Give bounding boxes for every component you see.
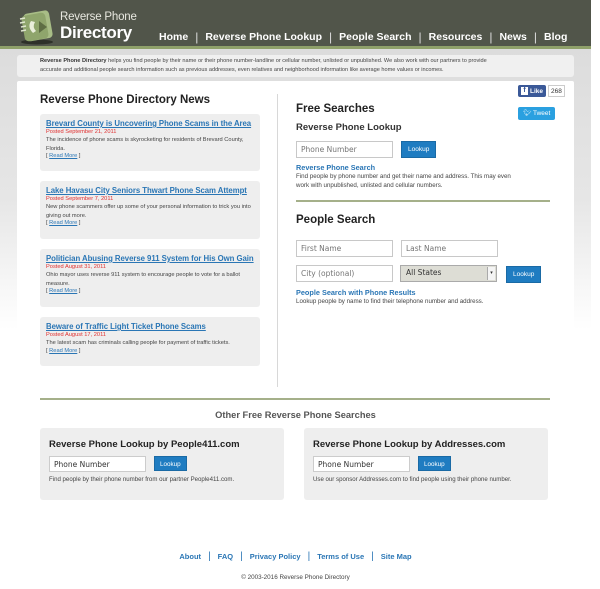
partner-card-heading: Reverse Phone Lookup by Addresses.com — [313, 439, 506, 450]
nav-news[interactable]: News — [499, 31, 526, 43]
news-item: Lake Havasu City Seniors Thwart Phone Sc… — [40, 181, 260, 239]
reverse-phone-search-link[interactable]: Reverse Phone Search — [296, 163, 375, 172]
partner-card-heading: Reverse Phone Lookup by People411.com — [49, 439, 240, 450]
news-item: Politician Abusing Reverse 911 System fo… — [40, 249, 260, 307]
people-search-description: Lookup people by name to find their tele… — [296, 298, 484, 305]
reverse-lookup-heading: Reverse Phone Lookup — [296, 122, 402, 133]
facebook-like-button[interactable]: f Like — [518, 85, 547, 97]
news-item: Beware of Traffic Light Ticket Phone Sca… — [40, 317, 260, 366]
other-searches-title: Other Free Reverse Phone Searches — [215, 410, 376, 420]
free-searches: Free Searches Reverse Phone Lookup Looku… — [296, 81, 556, 381]
state-select[interactable]: All States ▾ — [400, 265, 497, 282]
read-more-link[interactable]: Read More — [49, 220, 77, 226]
tweet-button[interactable]: 🐦︎ Tweet — [518, 107, 556, 120]
news-item-date: Posted August 31, 2011 — [46, 264, 106, 270]
main-nav: Home | Reverse Phone Lookup | People Sea… — [159, 30, 567, 44]
like-count: 268 — [548, 85, 565, 97]
nav-separator: | — [533, 30, 538, 44]
footer-separator: | — [208, 551, 211, 562]
people-lookup-button[interactable]: Lookup — [506, 266, 542, 283]
read-more-link[interactable]: Read More — [49, 288, 77, 294]
news-item-summary: New phone scammers offer up some of your… — [46, 204, 251, 219]
partner-card-description: Find people by their phone number from o… — [49, 476, 235, 483]
reverse-lookup-description: Find people by phone number and get thei… — [296, 172, 511, 190]
nav-separator: | — [195, 30, 199, 44]
footer-link-terms-of-use[interactable]: Terms of Use — [317, 552, 364, 562]
intro-text-line2: accurate and additional people search in… — [40, 66, 444, 73]
nav-reverse-phone-lookup[interactable]: Reverse Phone Lookup — [205, 31, 322, 43]
partner-card-description: Use our sponsor Addresses.com to find pe… — [313, 476, 512, 483]
news-item-summary: Ohio mayor uses reverse 911 system to en… — [46, 272, 241, 287]
footer-separator: | — [240, 551, 243, 562]
site-header: Reverse Phone Directory Home | Reverse P… — [0, 0, 591, 49]
news-item-summary: The incidence of phone scams is skyrocke… — [46, 137, 244, 152]
news-item-title[interactable]: Lake Havasu City Seniors Thwart Phone Sc… — [46, 186, 254, 195]
partner-lookup-button[interactable]: Lookup — [154, 456, 187, 471]
facebook-icon: f — [521, 87, 528, 95]
nav-people-search[interactable]: People Search — [339, 31, 411, 43]
news-item-date: Posted September 7, 2011 — [46, 196, 114, 202]
other-searches-divider — [40, 398, 550, 400]
footer-link-faq[interactable]: FAQ — [218, 552, 233, 562]
footer-link-privacy-policy[interactable]: Privacy Policy — [250, 552, 301, 562]
partner-card-people411: Reverse Phone Lookup by People411.com Lo… — [40, 428, 284, 500]
nav-separator: | — [489, 30, 493, 44]
footer-link-about[interactable]: About — [179, 552, 201, 562]
read-more-link[interactable]: Read More — [49, 348, 77, 354]
nav-blog[interactable]: Blog — [544, 31, 567, 43]
news-item-title[interactable]: Brevard County is Uncovering Phone Scams… — [46, 119, 254, 128]
nav-home[interactable]: Home — [159, 31, 188, 43]
partner-lookup-button[interactable]: Lookup — [418, 456, 451, 471]
phone-number-input[interactable] — [296, 141, 393, 158]
intro-brand: Reverse Phone Directory — [40, 58, 107, 64]
read-more-link[interactable]: Read More — [49, 153, 77, 159]
section-divider — [296, 200, 550, 202]
copyright: © 2003-2016 Reverse Phone Directory — [241, 574, 350, 581]
read-more: [ Read More ] — [46, 220, 81, 227]
tweet-label: Tweet — [532, 110, 551, 117]
reverse-lookup-button[interactable]: Lookup — [401, 141, 437, 158]
partner-phone-input[interactable] — [313, 456, 410, 472]
last-name-input[interactable] — [401, 240, 498, 257]
intro-banner: Reverse Phone Directory helps you find p… — [17, 55, 574, 77]
footer-separator: | — [371, 551, 374, 562]
nav-separator: | — [418, 30, 422, 44]
logo-text-bottom: Directory — [60, 23, 132, 42]
people-search-heading: People Search — [296, 214, 376, 226]
phone-book-icon — [19, 10, 53, 45]
news-item-title[interactable]: Politician Abusing Reverse 911 System fo… — [46, 254, 254, 263]
nav-separator: | — [329, 30, 333, 44]
column-divider — [277, 94, 278, 387]
intro-text-line1: helps you find people by their name or t… — [106, 58, 487, 64]
footer-link-site-map[interactable]: Site Map — [381, 552, 412, 562]
news-item: Brevard County is Uncovering Phone Scams… — [40, 114, 260, 171]
read-more: [ Read More ] — [46, 288, 81, 295]
read-more: [ Read More ] — [46, 347, 81, 354]
logo[interactable]: Reverse Phone Directory — [17, 6, 137, 45]
desc-line: Find people by phone number and get thei… — [296, 173, 511, 180]
main-content: Reverse Phone Directory News Brevard Cou… — [17, 81, 574, 391]
footer-separator: | — [307, 551, 311, 562]
like-label: Like — [530, 87, 544, 95]
footer-links: About | FAQ | Privacy Policy | Terms of … — [0, 552, 591, 562]
twitter-icon: 🐦︎ — [523, 110, 532, 117]
desc-line: work with unpublished, unlisted and cell… — [296, 182, 443, 189]
news-item-date: Posted August 17, 2011 — [46, 332, 106, 338]
first-name-input[interactable] — [296, 240, 393, 257]
news-item-date: Posted September 21, 2011 — [46, 129, 117, 135]
logo-text-top: Reverse Phone — [60, 11, 137, 23]
news-item-title[interactable]: Beware of Traffic Light Ticket Phone Sca… — [46, 322, 254, 331]
people-search-link[interactable]: People Search with Phone Results — [296, 288, 416, 297]
city-input[interactable] — [296, 265, 393, 282]
news-item-summary: The latest scam has criminals calling pe… — [46, 340, 230, 346]
news-section-title: Reverse Phone Directory News — [40, 94, 211, 106]
partner-card-addresses: Reverse Phone Lookup by Addresses.com Lo… — [304, 428, 548, 500]
nav-resources[interactable]: Resources — [429, 31, 483, 43]
read-more: [ Read More ] — [46, 153, 81, 160]
dropdown-arrow-icon: ▾ — [487, 267, 495, 280]
state-select-value: All States — [406, 268, 442, 277]
facebook-like: f Like 268 — [518, 85, 565, 97]
partner-phone-input[interactable] — [49, 456, 146, 472]
free-searches-title: Free Searches — [296, 103, 375, 115]
